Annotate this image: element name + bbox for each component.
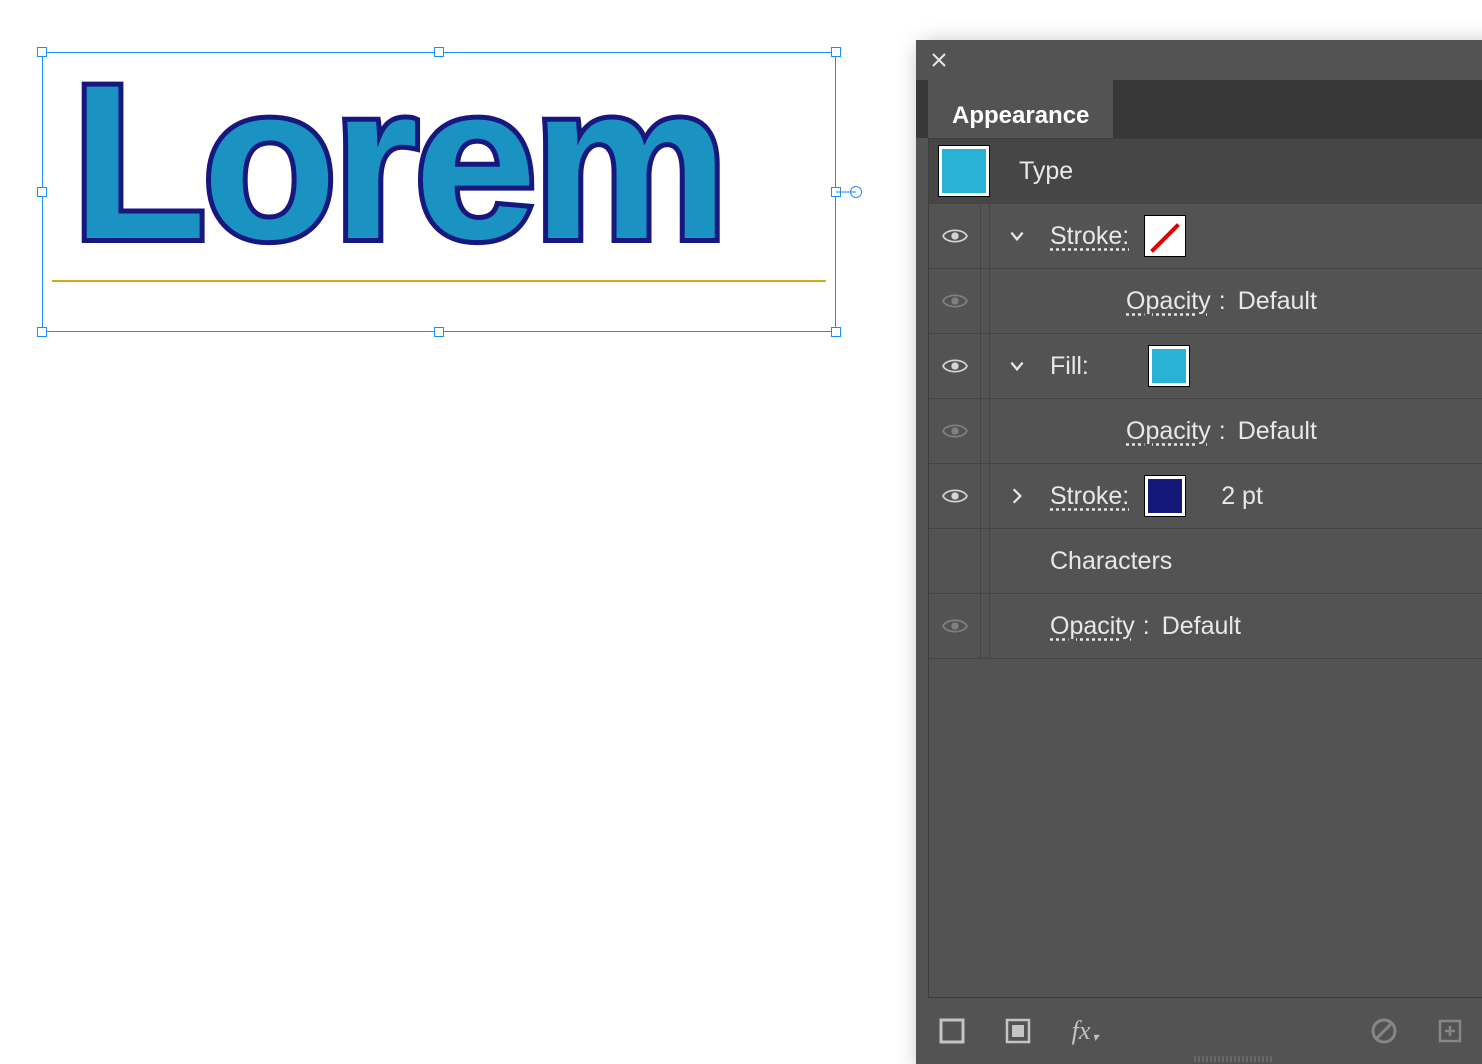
panel-titlebar[interactable]: ◂◂ xyxy=(916,40,1482,80)
appearance-list: Type Stroke: Opacity: Default xyxy=(928,138,1482,998)
type-label: Type xyxy=(1013,157,1073,186)
fill-swatch[interactable] xyxy=(1149,346,1189,386)
resize-grip[interactable] xyxy=(1194,1056,1274,1062)
canvas-text-lorem[interactable]: Lorem xyxy=(72,52,724,272)
new-fill-icon[interactable] xyxy=(1000,1013,1036,1049)
characters-row[interactable]: Characters xyxy=(929,529,1482,594)
stroke2-label[interactable]: Stroke: xyxy=(1044,482,1129,511)
stroke-label[interactable]: Stroke: xyxy=(1044,222,1129,251)
characters-label: Characters xyxy=(1044,547,1172,576)
visibility-dim-icon[interactable] xyxy=(942,617,968,635)
handle-sw[interactable] xyxy=(37,327,47,337)
stroke2-row[interactable]: Stroke: 2 pt xyxy=(929,464,1482,529)
visibility-dim-icon[interactable] xyxy=(942,292,968,310)
chevron-down-icon[interactable] xyxy=(1008,227,1026,245)
close-icon[interactable] xyxy=(930,51,948,69)
stroke-row[interactable]: Stroke: xyxy=(929,204,1482,269)
chevron-down-icon[interactable] xyxy=(1008,357,1026,375)
tab-label: Appearance xyxy=(952,102,1089,130)
stroke-swatch-none[interactable] xyxy=(1145,216,1185,256)
fill-row[interactable]: Fill: xyxy=(929,334,1482,399)
new-stroke-icon[interactable] xyxy=(934,1013,970,1049)
opacity-label[interactable]: Opacity xyxy=(1120,417,1211,446)
handle-ne[interactable] xyxy=(831,47,841,57)
visibility-icon[interactable] xyxy=(942,227,968,245)
stroke-opacity-row[interactable]: Opacity: Default xyxy=(929,269,1482,334)
stroke2-weight[interactable]: 2 pt xyxy=(1221,482,1263,511)
chevron-right-icon[interactable] xyxy=(1008,487,1026,505)
opacity-label[interactable]: Opacity xyxy=(1120,287,1211,316)
canvas-selection[interactable]: Lorem xyxy=(42,52,836,332)
duplicate-item-icon xyxy=(1432,1013,1468,1049)
tab-appearance[interactable]: Appearance xyxy=(928,80,1113,138)
handle-se[interactable] xyxy=(831,327,841,337)
opacity-value: Default xyxy=(1234,287,1317,316)
opacity-label[interactable]: Opacity xyxy=(1044,612,1135,641)
stroke2-swatch[interactable] xyxy=(1145,476,1185,516)
fill-label[interactable]: Fill: xyxy=(1044,352,1089,381)
appearance-panel: ◂◂ Appearance Type Stroke: xyxy=(916,40,1482,1064)
selection-thumb[interactable] xyxy=(939,146,989,196)
add-effect-icon[interactable]: fx▾ xyxy=(1066,1013,1102,1049)
fill-opacity-row[interactable]: Opacity: Default xyxy=(929,399,1482,464)
handle-s[interactable] xyxy=(434,327,444,337)
visibility-dim-icon[interactable] xyxy=(942,422,968,440)
panel-tabbar: Appearance xyxy=(916,80,1482,138)
opacity-value: Default xyxy=(1234,417,1317,446)
object-opacity-row[interactable]: Opacity: Default xyxy=(929,594,1482,659)
type-row[interactable]: Type xyxy=(929,139,1482,204)
panel-footer: fx▾ xyxy=(916,998,1482,1064)
handle-w[interactable] xyxy=(37,187,47,197)
clear-appearance-icon[interactable] xyxy=(1366,1013,1402,1049)
visibility-icon[interactable] xyxy=(942,357,968,375)
opacity-value: Default xyxy=(1158,612,1241,641)
visibility-icon[interactable] xyxy=(942,487,968,505)
outport-connector xyxy=(836,192,856,193)
handle-nw[interactable] xyxy=(37,47,47,57)
handle-n[interactable] xyxy=(434,47,444,57)
